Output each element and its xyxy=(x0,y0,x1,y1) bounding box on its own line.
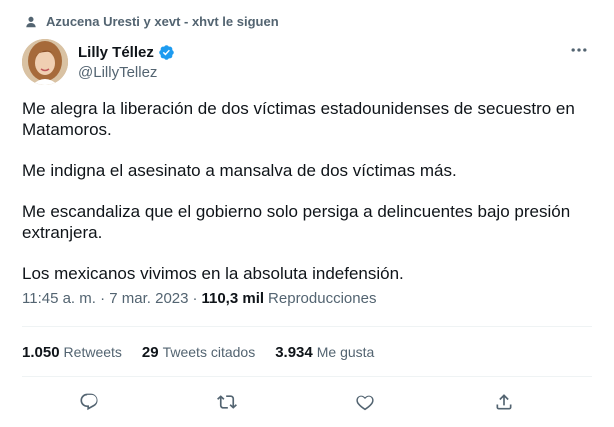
likes-stat[interactable]: 3.934 Me gusta xyxy=(275,344,374,361)
tweet-paragraph: Me escandaliza que el gobierno solo pers… xyxy=(22,202,571,242)
retweets-label: Retweets xyxy=(63,344,122,360)
author-names: Lilly Téllez @LillyTellez xyxy=(78,43,175,82)
meta-separator: · xyxy=(192,290,198,307)
tweet-paragraph: Los mexicanos vivimos en la absoluta ind… xyxy=(22,264,404,283)
tweet-stats: 1.050 Retweets 29 Tweets citados 3.934 M… xyxy=(22,344,374,361)
quotes-stat[interactable]: 29 Tweets citados xyxy=(142,344,255,361)
tweet-paragraph: Me indigna el asesinato a mansalva de do… xyxy=(22,161,457,180)
likes-label: Me gusta xyxy=(316,344,375,360)
retweet-icon xyxy=(217,395,237,409)
tweet-meta: 11:45 a. m. · 7 mar. 2023 · 110,3 mil Re… xyxy=(22,290,376,307)
avatar-image xyxy=(22,39,68,85)
share-icon xyxy=(496,394,512,410)
more-horizontal-icon xyxy=(571,48,587,52)
avatar[interactable] xyxy=(22,39,68,85)
quotes-count: 29 xyxy=(141,344,159,361)
social-context[interactable]: Azucena Uresti y xevt - xhvt le siguen xyxy=(22,14,279,29)
divider xyxy=(22,326,592,327)
reply-button[interactable] xyxy=(75,388,103,416)
tweet-card: Azucena Uresti y xevt - xhvt le siguen L… xyxy=(0,0,614,427)
timestamp[interactable]: 11:45 a. m. · 7 mar. 2023 xyxy=(22,290,188,307)
retweets-stat[interactable]: 1.050 Retweets xyxy=(22,344,122,361)
name-row: Lilly Téllez xyxy=(78,43,175,62)
social-context-text: Azucena Uresti y xevt - xhvt le siguen xyxy=(46,14,279,29)
author-handle[interactable]: @LillyTellez xyxy=(78,63,175,82)
views-count: 110,3 mil xyxy=(201,290,265,307)
person-icon xyxy=(26,16,36,27)
like-icon xyxy=(356,395,374,411)
verified-badge-icon xyxy=(159,44,174,60)
share-button[interactable] xyxy=(490,388,518,416)
tweet-actions xyxy=(0,388,614,416)
likes-count: 3.934 xyxy=(275,344,313,361)
tweet-header: Lilly Téllez @LillyTellez xyxy=(22,39,175,85)
retweet-button[interactable] xyxy=(213,388,241,416)
like-button[interactable] xyxy=(351,388,379,416)
divider xyxy=(22,376,592,377)
display-name[interactable]: Lilly Téllez xyxy=(78,43,154,62)
retweets-count: 1.050 xyxy=(22,344,60,361)
tweet-paragraph: Me alegra la liberación de dos víctimas … xyxy=(22,99,575,139)
views-label: Reproducciones xyxy=(268,290,377,307)
quotes-label: Tweets citados xyxy=(162,344,256,360)
more-options-button[interactable] xyxy=(566,40,592,60)
tweet-text: Me alegra la liberación de dos víctimas … xyxy=(22,98,582,304)
reply-icon xyxy=(80,393,98,411)
